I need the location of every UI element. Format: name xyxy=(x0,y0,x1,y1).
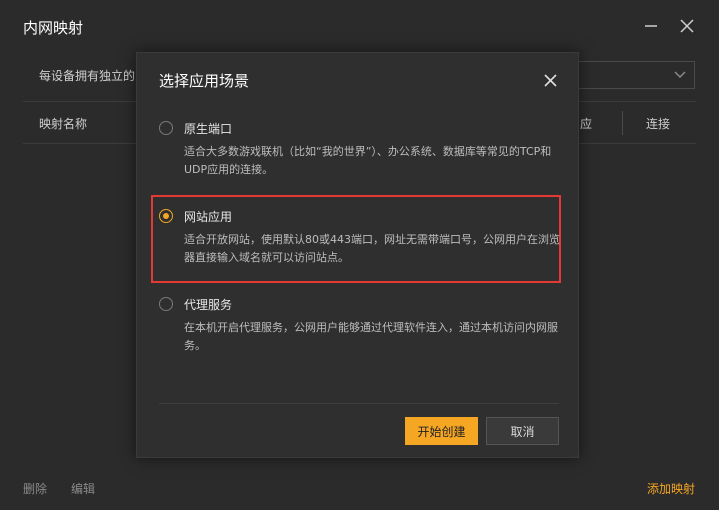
cancel-button[interactable]: 取消 xyxy=(486,417,559,445)
chevron-down-icon xyxy=(674,71,686,79)
window-close-icon[interactable] xyxy=(677,16,697,36)
column-header-partial: 应 xyxy=(580,117,593,131)
minimize-icon[interactable] xyxy=(641,16,661,36)
close-icon[interactable] xyxy=(540,70,560,90)
start-create-button[interactable]: 开始创建 xyxy=(405,417,478,445)
option-description: 适合开放网站，使用默认80或443端口，网址无需带端口号，公网用户在浏览器直接输… xyxy=(184,233,560,264)
edit-button[interactable]: 编辑 xyxy=(71,480,95,497)
option-label: 原生端口 xyxy=(184,122,233,136)
option-description: 在本机开启代理服务，公网用户能够通过代理软件连入，通过本机访问内网服务。 xyxy=(184,321,558,352)
radio-proxy[interactable] xyxy=(159,297,173,311)
option-description: 适合大多数游戏联机（比如“我的世界”）、办公系统、数据库等常见的TCP和UDP应… xyxy=(184,145,552,176)
option-label: 代理服务 xyxy=(184,298,233,312)
column-header-connect: 连接 xyxy=(646,117,671,131)
device-select[interactable] xyxy=(578,61,695,89)
radio-native-port[interactable] xyxy=(159,121,173,135)
dialog-divider xyxy=(159,403,559,404)
column-divider xyxy=(622,111,623,135)
dialog-title: 选择应用场景 xyxy=(159,72,250,90)
delete-button[interactable]: 删除 xyxy=(23,480,47,497)
add-mapping-button[interactable]: 添加映射 xyxy=(647,480,695,497)
option-label: 网站应用 xyxy=(184,210,233,224)
radio-website[interactable] xyxy=(159,209,173,223)
device-description: 每设备拥有独立的 xyxy=(39,69,136,83)
window-title: 内网映射 xyxy=(23,19,84,37)
scenario-dialog: 选择应用场景 原生端口 适合大多数游戏联机（比如“我的世界”）、办公系统、数据库… xyxy=(136,52,579,458)
column-header-name: 映射名称 xyxy=(39,117,88,131)
